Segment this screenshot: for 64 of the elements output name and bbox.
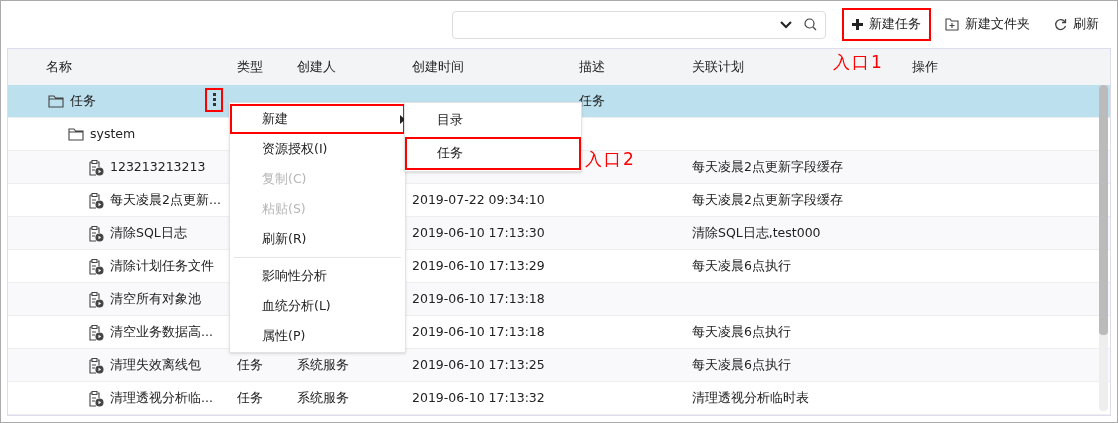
plan-cell: 每天凌晨6点执行	[692, 356, 791, 372]
column-header[interactable]: 操作	[912, 58, 938, 74]
column-header[interactable]: 创建人	[297, 58, 336, 74]
plus-icon	[852, 19, 863, 30]
time-cell: 2019-06-10 17:13:29	[412, 257, 545, 273]
time-cell: 2019-06-10 17:13:25	[412, 356, 545, 372]
type-cell: 任务	[237, 356, 263, 372]
clipboard-play-icon	[88, 158, 104, 176]
column-header[interactable]: 名称	[46, 58, 72, 74]
search-field[interactable]	[452, 10, 826, 39]
name-cell-text: 清空业务数据高...	[110, 322, 213, 341]
clipboard-play-icon	[88, 356, 104, 374]
name-cell-text: 清理透视分析临...	[110, 388, 213, 407]
menu-item[interactable]: 任务	[405, 137, 581, 170]
type-cell: 任务	[237, 389, 263, 405]
name-cell-text: system	[90, 124, 136, 143]
plan-cell: 清除SQL日志,test000	[692, 224, 821, 240]
time-cell: 2019-07-22 09:34:10	[412, 191, 545, 207]
plan-cell: 每天凌晨6点执行	[692, 323, 791, 339]
column-header[interactable]: 描述	[579, 58, 605, 74]
column-header[interactable]: 类型	[237, 58, 263, 74]
name-cell-text: 123213213213	[110, 157, 206, 176]
toolbar-button[interactable]: 新建文件夹	[935, 8, 1040, 41]
toolbar-button[interactable]: 新建任务	[842, 8, 931, 41]
column-header[interactable]: 关联计划	[692, 58, 744, 74]
name-cell-text: 清除SQL日志	[110, 223, 187, 242]
clipboard-play-icon	[88, 191, 104, 209]
clipboard-play-icon	[88, 389, 104, 407]
refresh-icon	[1054, 18, 1067, 31]
annotation-label: 入口1	[833, 51, 884, 74]
scrollbar[interactable]	[1099, 85, 1108, 411]
time-cell: 2019-06-10 17:13:18	[412, 290, 545, 306]
plan-cell: 每天凌晨2点更新字段缓存	[692, 191, 843, 207]
plan-cell: 每天凌晨2点更新字段缓存	[692, 158, 843, 174]
folder-icon	[48, 94, 64, 108]
folder-plus-icon	[945, 18, 959, 31]
menu-item[interactable]: 新建	[230, 104, 405, 134]
table-row[interactable]: 清理失效离线包 任务 系统服务 2019-06-10 17:13:25 每天凌晨6点执行	[8, 349, 1110, 382]
clipboard-play-icon	[88, 290, 104, 308]
plan-cell: 清理透视分析临时表	[692, 389, 809, 405]
name-cell-text: 任务	[70, 91, 96, 110]
submenu-arrow-icon	[400, 114, 405, 124]
menu-item[interactable]: 属性(P)	[230, 321, 405, 351]
name-cell-text: 清空所有对象池	[110, 289, 201, 308]
name-cell-text: 清除计划任务文件	[110, 256, 214, 275]
chevron-down-icon	[780, 20, 792, 29]
creator-cell: 系统服务	[297, 389, 349, 405]
creator-cell: 系统服务	[297, 356, 349, 372]
search-icon	[804, 18, 817, 31]
more-button[interactable]	[205, 87, 223, 112]
time-cell: 2019-06-10 17:13:18	[412, 323, 545, 339]
clipboard-play-icon	[88, 224, 104, 242]
name-cell-text: 每天凌晨2点更新...	[110, 190, 221, 209]
time-cell: 2019-06-10 17:13:32	[412, 389, 545, 405]
plan-cell: 每天凌晨6点执行	[692, 257, 791, 273]
toolbar-button[interactable]: 刷新	[1044, 8, 1109, 41]
annotation-label: 入口2	[585, 148, 636, 171]
column-header[interactable]: 创建时间	[412, 58, 464, 74]
clipboard-play-icon	[88, 323, 104, 341]
name-cell-text: 清理失效离线包	[110, 355, 201, 374]
time-cell: 2019-06-10 17:13:30	[412, 224, 545, 240]
menu-item[interactable]: 资源授权(I)	[230, 134, 405, 164]
folder-icon	[68, 127, 84, 141]
clipboard-play-icon	[88, 257, 104, 275]
